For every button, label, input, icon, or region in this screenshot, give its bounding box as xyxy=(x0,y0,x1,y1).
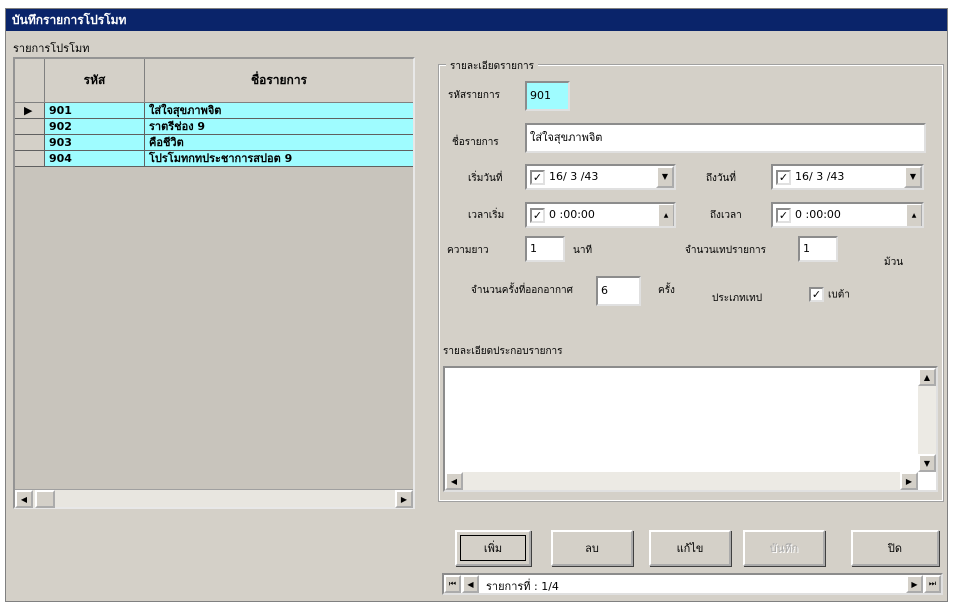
grid-header-code[interactable]: รหัส xyxy=(45,59,145,103)
row-indicator-icon xyxy=(15,135,45,151)
details-group-title: รายละเอียดรายการ xyxy=(446,59,539,74)
end-time-spinner[interactable]: ▲▼ xyxy=(906,204,922,226)
description-textarea[interactable]: ▲ ▼ ◀ ▶ xyxy=(443,366,938,492)
spin-up-icon[interactable]: ▲ xyxy=(906,204,922,226)
length-label: ความยาว xyxy=(447,245,489,256)
broadcast-count-field[interactable]: 6 xyxy=(596,276,641,306)
row-code-cell[interactable]: 901 xyxy=(45,103,145,119)
start-date-value: 16/ 3 /43 xyxy=(549,170,599,183)
scroll-down-icon[interactable]: ▼ xyxy=(918,454,936,472)
first-record-icon[interactable]: ⏮ xyxy=(444,575,461,593)
scroll-right-icon[interactable]: ▶ xyxy=(395,490,413,508)
memo-horizontal-scrollbar[interactable]: ◀ ▶ xyxy=(445,472,918,490)
start-time-picker[interactable]: ✓ 0 :00:00 ▲▼ xyxy=(525,202,676,228)
grid-header-name[interactable]: ชื่อรายการ xyxy=(145,59,413,103)
name-field[interactable]: ใส่ใจสุขภาพจิต xyxy=(525,123,926,153)
window-title: บันทึกรายการโปรโมท xyxy=(6,9,947,31)
tape-count-field[interactable]: 1 xyxy=(798,236,838,262)
main-window: บันทึกรายการโปรโมท รายการโปรโมท รหัส ชื่… xyxy=(5,8,948,602)
code-label: รหัสรายการ xyxy=(448,90,500,101)
row-name-cell[interactable]: ราตรีช่อง 9 xyxy=(145,119,413,135)
prev-record-icon[interactable]: ◀ xyxy=(462,575,479,593)
end-time-value: 0 :00:00 xyxy=(795,208,841,221)
edit-button[interactable]: แก้ไข xyxy=(649,530,731,566)
save-button[interactable]: บันทึก xyxy=(743,530,825,566)
record-navigator: ⏮ ◀ รายการที่ : 1/4 ▶ ⏭ xyxy=(442,573,943,595)
chevron-down-icon[interactable]: ▼ xyxy=(904,166,922,188)
close-button[interactable]: ปิด xyxy=(851,530,939,566)
program-grid[interactable]: รหัส ชื่อรายการ ▶ 901 ใส่ใจสุขภาพจิต 902… xyxy=(13,57,415,509)
table-row[interactable]: 904 โปรโมทกทประชาการสปอต 9 xyxy=(15,151,413,167)
broadcast-count-label: จำนวนครั้งที่ออกอากาศ xyxy=(471,285,574,296)
end-time-label: ถึงเวลา xyxy=(710,210,742,221)
start-date-picker[interactable]: ✓ 16/ 3 /43 ▼ xyxy=(525,164,676,190)
tape-unit: ม้วน xyxy=(884,257,904,268)
grid-header: รหัส ชื่อรายการ xyxy=(15,59,413,103)
next-record-icon[interactable]: ▶ xyxy=(906,575,923,593)
end-date-picker[interactable]: ✓ 16/ 3 /43 ▼ xyxy=(771,164,924,190)
table-row[interactable]: ▶ 901 ใส่ใจสุขภาพจิต xyxy=(15,103,413,119)
record-position-text: รายการที่ : 1/4 xyxy=(486,580,559,593)
scroll-thumb[interactable] xyxy=(35,490,55,508)
start-time-checkbox[interactable]: ✓ xyxy=(530,207,545,223)
row-code-cell[interactable]: 902 xyxy=(45,119,145,135)
broadcast-unit: ครั้ง xyxy=(658,285,675,296)
scroll-up-icon[interactable]: ▲ xyxy=(918,368,936,386)
beta-label: เบต้า xyxy=(828,289,850,301)
end-date-value: 16/ 3 /43 xyxy=(795,170,845,183)
description-label: รายละเอียดประกอบรายการ xyxy=(443,346,563,357)
end-date-label: ถึงวันที่ xyxy=(706,173,736,184)
beta-checkbox[interactable]: ✓ xyxy=(809,287,824,302)
description-text xyxy=(445,368,936,374)
table-row[interactable]: 903 คือชีวิต xyxy=(15,135,413,151)
row-code-cell[interactable]: 903 xyxy=(45,135,145,151)
table-row[interactable]: 902 ราตรีช่อง 9 xyxy=(15,119,413,135)
row-indicator-icon xyxy=(15,119,45,135)
row-name-cell[interactable]: โปรโมทกทประชาการสปอต 9 xyxy=(145,151,413,167)
chevron-down-icon[interactable]: ▼ xyxy=(656,166,674,188)
row-name-cell[interactable]: ใส่ใจสุขภาพจิต xyxy=(145,103,413,119)
start-time-value: 0 :00:00 xyxy=(549,208,595,221)
length-unit: นาที xyxy=(573,245,593,256)
row-name-cell[interactable]: คือชีวิต xyxy=(145,135,413,151)
start-time-spinner[interactable]: ▲▼ xyxy=(658,204,674,226)
name-label: ชื่อรายการ xyxy=(452,137,499,148)
tape-type-beta-option[interactable]: ✓ เบต้า xyxy=(809,287,850,303)
scroll-left-icon[interactable]: ◀ xyxy=(15,490,33,508)
code-field[interactable]: 901 xyxy=(525,81,570,111)
row-indicator-icon xyxy=(15,151,45,167)
memo-vertical-scrollbar[interactable]: ▲ ▼ xyxy=(918,368,936,472)
program-list-label: รายการโปรโมท xyxy=(13,42,90,55)
delete-button[interactable]: ลบ xyxy=(551,530,633,566)
length-field[interactable]: 1 xyxy=(525,236,565,262)
scroll-left-icon[interactable]: ◀ xyxy=(445,472,463,490)
row-indicator-icon: ▶ xyxy=(15,103,45,119)
tape-count-label: จำนวนเทปรายการ xyxy=(685,245,767,256)
scroll-right-icon[interactable]: ▶ xyxy=(900,472,918,490)
start-time-label: เวลาเริ่ม xyxy=(468,210,505,221)
end-date-checkbox[interactable]: ✓ xyxy=(776,169,791,185)
last-record-icon[interactable]: ⏭ xyxy=(924,575,941,593)
add-button[interactable]: เพิ่ม xyxy=(455,530,531,566)
start-date-checkbox[interactable]: ✓ xyxy=(530,169,545,185)
grid-header-indicator xyxy=(15,59,45,103)
end-time-checkbox[interactable]: ✓ xyxy=(776,207,791,223)
end-time-picker[interactable]: ✓ 0 :00:00 ▲▼ xyxy=(771,202,924,228)
grid-horizontal-scrollbar[interactable]: ◀ ▶ xyxy=(15,489,413,508)
spin-up-icon[interactable]: ▲ xyxy=(658,204,674,226)
tape-type-label: ประเภทเทป xyxy=(712,293,763,304)
row-code-cell[interactable]: 904 xyxy=(45,151,145,167)
start-date-label: เริ่มวันที่ xyxy=(468,173,503,184)
